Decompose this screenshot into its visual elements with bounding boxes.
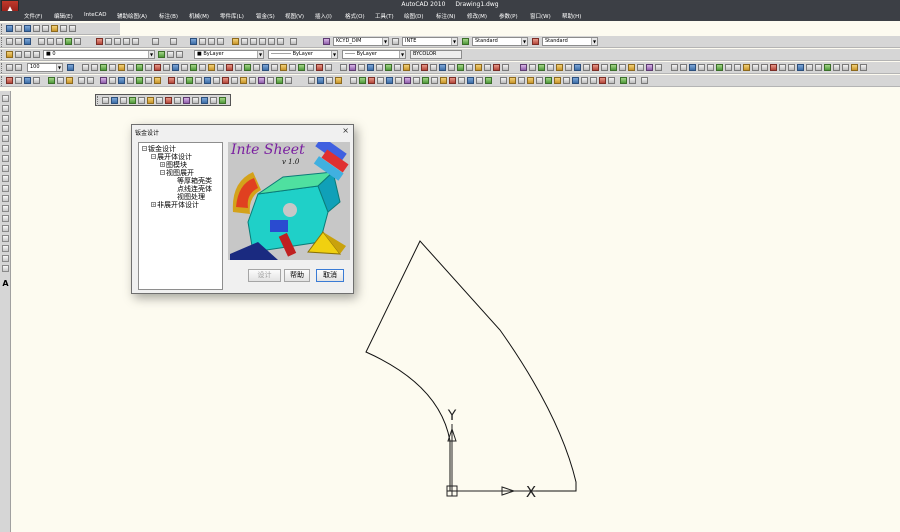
collapse-icon[interactable]: −	[160, 170, 165, 175]
design-tree[interactable]: − 钣金设计 − 展开体设计 + 图模块 − 视图展开 等厚箱壳类 点线连壳体 视图处理…	[138, 142, 223, 290]
banner-title: Inte Sheet	[231, 142, 305, 158]
ucs-y-label: Y	[447, 408, 457, 424]
tree-node-unfold[interactable]: − 展开体设计	[151, 153, 192, 161]
expand-icon[interactable]: +	[160, 162, 165, 167]
close-icon[interactable]: ×	[342, 126, 349, 135]
tree-node-view-unfold[interactable]: − 视图展开	[160, 169, 194, 177]
collapse-icon[interactable]: −	[151, 154, 156, 159]
sheet-outline	[365, 240, 577, 492]
cancel-button[interactable]: 取消	[316, 269, 344, 282]
tree-node-equal-thickness[interactable]: 等厚箱壳类	[177, 177, 212, 185]
help-button[interactable]: 帮助	[284, 269, 310, 282]
inte-sheet-banner: Inte Sheet v 1.0	[228, 142, 350, 260]
design-button[interactable]: 设计	[248, 269, 281, 282]
collapse-icon[interactable]: −	[142, 146, 147, 151]
expand-icon[interactable]: +	[151, 202, 156, 207]
tree-node-root[interactable]: − 钣金设计	[142, 145, 176, 153]
tree-node-point-line-shell[interactable]: 点线连壳体	[177, 185, 212, 193]
tree-node-non-unfold[interactable]: + 非展开体设计	[151, 201, 199, 209]
tree-node-view-process[interactable]: 视图处理	[177, 193, 205, 201]
ucs-icon	[446, 424, 536, 497]
tree-node-picture-module[interactable]: + 图模块	[160, 161, 187, 169]
ucs-x-label: X	[526, 483, 536, 501]
dialog-title: 钣金设计	[135, 130, 160, 137]
banner-version: v 1.0	[282, 158, 300, 166]
sheetmetal-design-dialog: 钣金设计 × − 钣金设计 − 展开体设计 + 图模块 − 视图展开 等厚箱壳类 点线连…	[131, 124, 354, 294]
